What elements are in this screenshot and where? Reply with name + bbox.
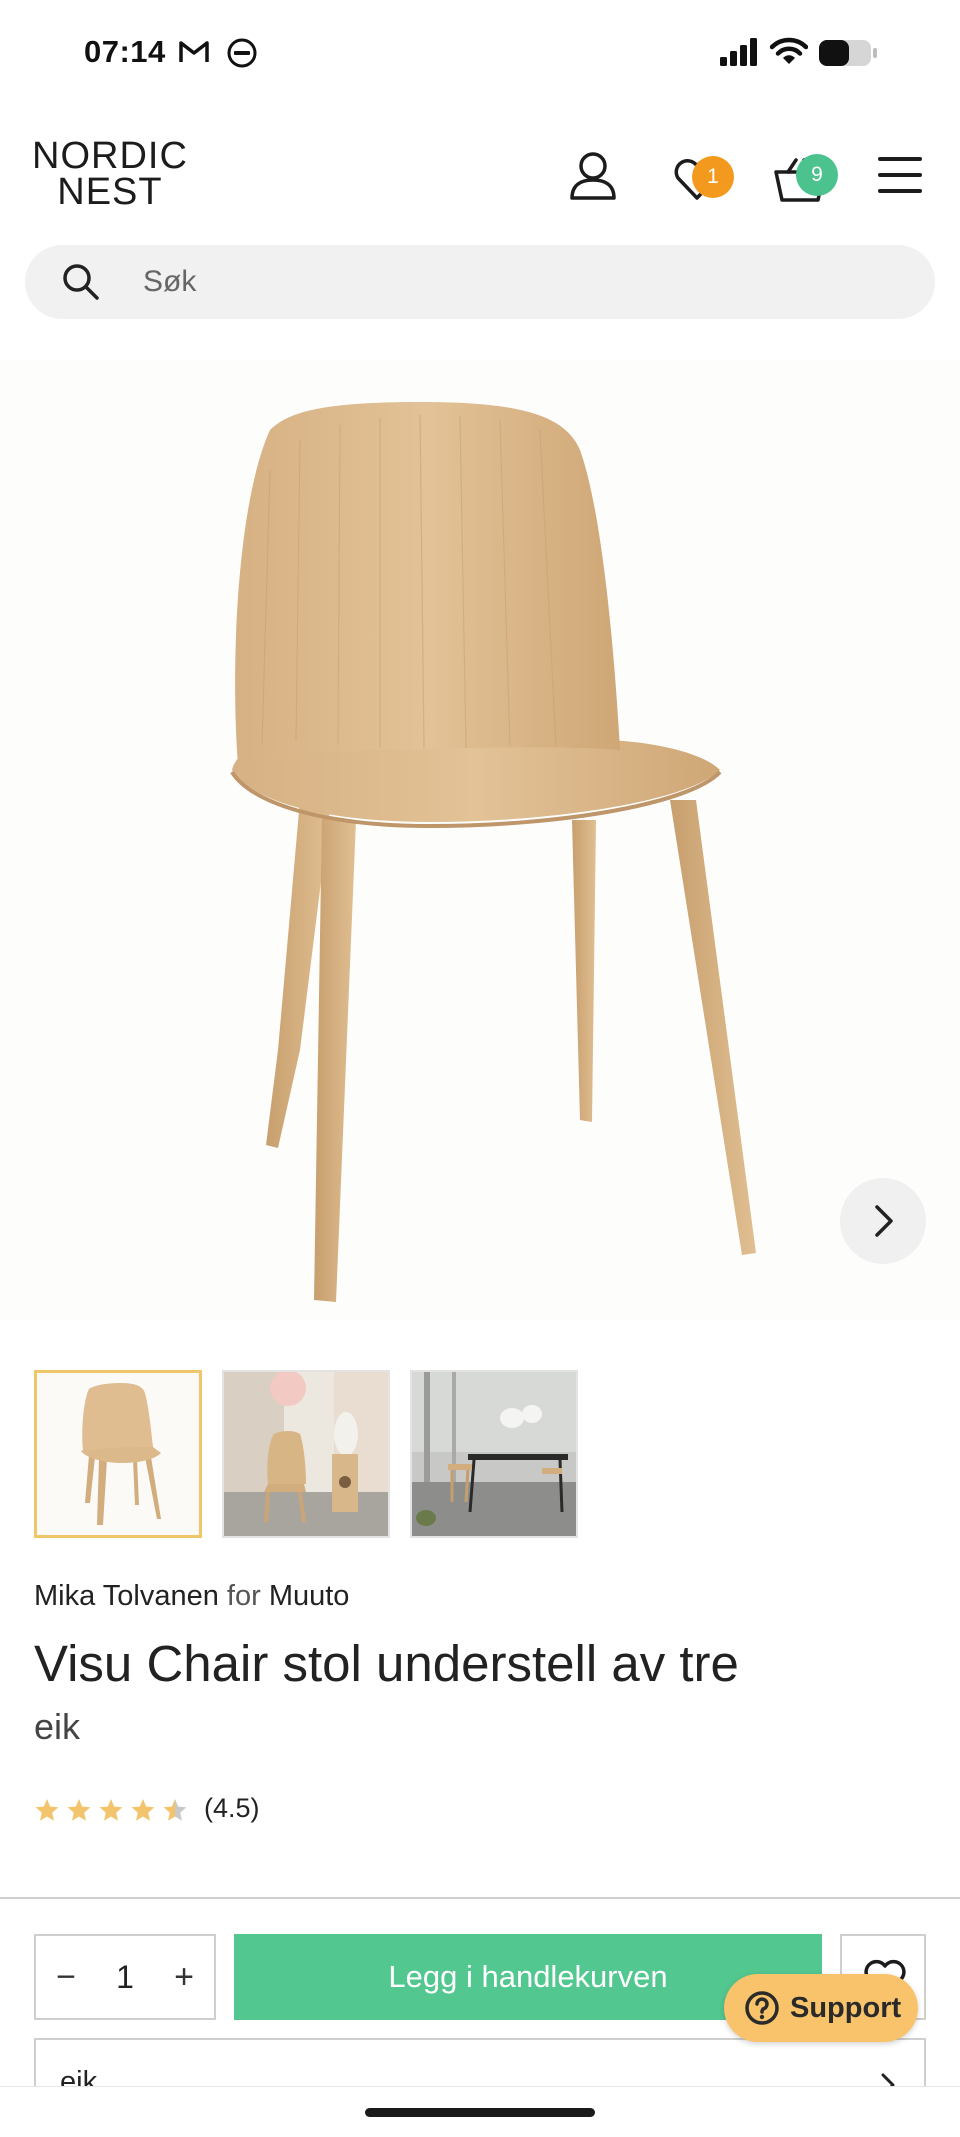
home-indicator[interactable] <box>365 2108 595 2117</box>
search-input[interactable] <box>143 245 903 319</box>
product-designer-line: Mika Tolvanen for Muuto <box>34 1580 349 1613</box>
search-bar[interactable] <box>25 245 935 319</box>
logo-line-2: NEST <box>57 171 163 213</box>
status-time: 07:14 <box>84 34 166 69</box>
thumbnail-room-image <box>224 1372 388 1536</box>
thumbnail-chair-image <box>37 1373 199 1535</box>
next-image-button[interactable] <box>840 1178 926 1264</box>
section-divider <box>0 1897 960 1899</box>
brand-name[interactable]: Muuto <box>269 1580 350 1612</box>
thumbnail-3[interactable] <box>410 1370 578 1538</box>
site-header: NORDIC NEST 1 9 <box>0 120 960 235</box>
quantity-decrease-button[interactable]: − <box>36 1936 96 2018</box>
rating-stars <box>35 1799 187 1821</box>
chevron-right-icon <box>875 1205 893 1237</box>
thumbnail-dining-image <box>412 1372 576 1536</box>
logo-line-1: NORDIC <box>32 135 188 177</box>
wishlist-button[interactable]: 1 <box>668 142 734 206</box>
support-chat-button[interactable]: Support <box>724 1974 918 2042</box>
status-bar: 07:14 <box>0 0 960 110</box>
product-image-gallery[interactable] <box>0 360 960 1320</box>
cart-count-badge: 9 <box>796 154 838 196</box>
chair-image <box>230 402 756 1302</box>
cart-button[interactable]: 9 <box>768 142 842 206</box>
menu-icon[interactable] <box>876 154 924 196</box>
nordic-nest-logo[interactable]: NORDIC NEST <box>32 135 188 213</box>
signal-icon <box>720 38 757 66</box>
thumbnail-2[interactable] <box>222 1370 390 1538</box>
quantity-stepper: − 1 + <box>34 1934 216 2020</box>
rating-value: (4.5) <box>204 1793 260 1823</box>
star-icon-5-half <box>163 1799 187 1821</box>
gmail-icon <box>179 41 209 62</box>
quantity-value[interactable]: 1 <box>96 1936 154 2018</box>
wifi-icon <box>770 37 808 64</box>
help-icon <box>745 1991 779 2025</box>
battery-icon <box>819 40 877 66</box>
product-rating[interactable]: (4.5) <box>34 1793 260 1827</box>
product-variant: eik <box>34 1706 81 1747</box>
wishlist-count-badge: 1 <box>692 156 734 198</box>
product-title: Visu Chair stol understell av tre <box>34 1635 739 1692</box>
for-word: for <box>226 1580 261 1612</box>
star-icon-4 <box>131 1799 155 1821</box>
star-icon-2 <box>67 1799 91 1821</box>
search-icon[interactable] <box>61 262 101 302</box>
thumbnail-1[interactable] <box>34 1370 202 1538</box>
quantity-increase-button[interactable]: + <box>154 1936 214 2018</box>
star-icon-1 <box>35 1799 59 1821</box>
star-icon-3 <box>99 1799 123 1821</box>
account-icon[interactable] <box>568 150 618 202</box>
support-label: Support <box>790 1992 902 2024</box>
designer-name[interactable]: Mika Tolvanen <box>34 1580 219 1612</box>
app-icon <box>227 38 257 68</box>
